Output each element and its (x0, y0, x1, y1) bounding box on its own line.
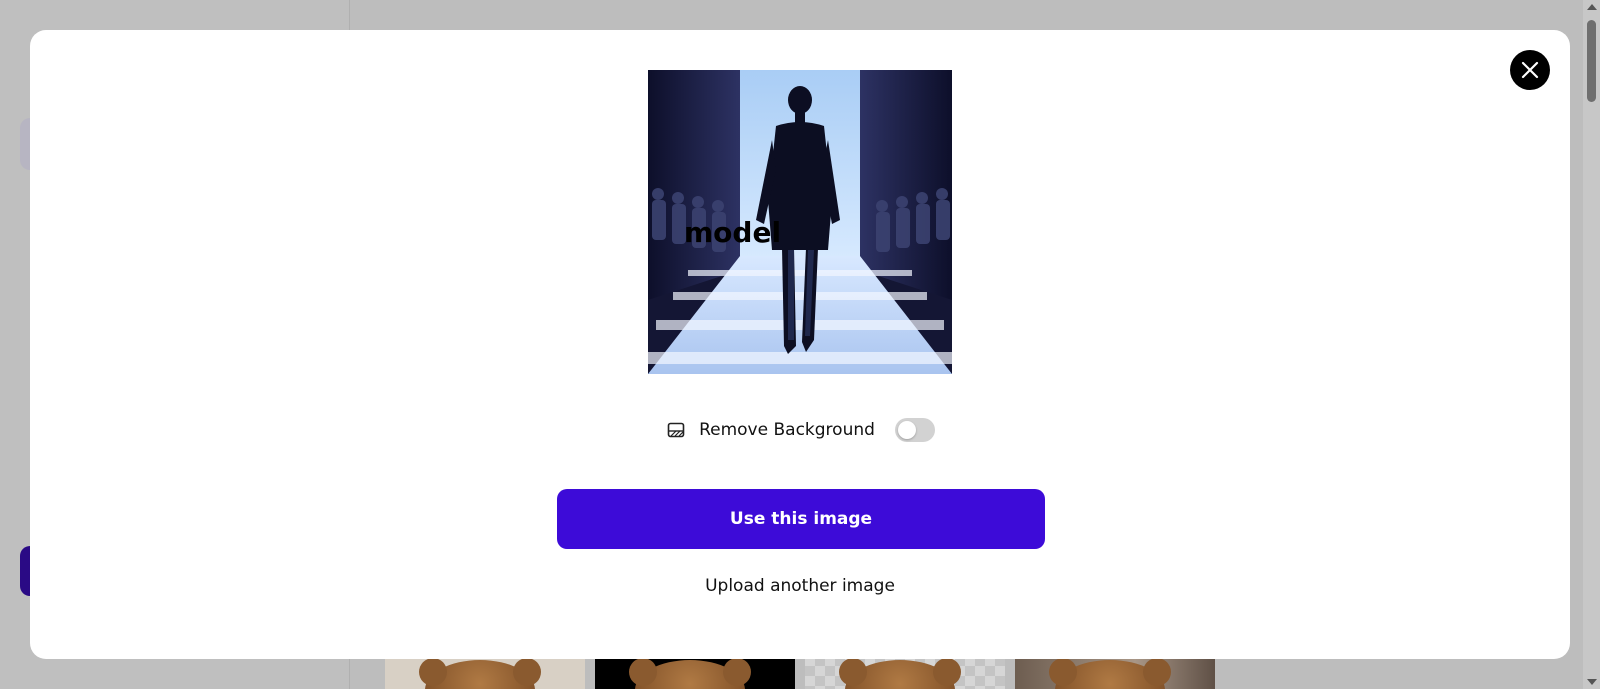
background-thumbnail (805, 656, 1005, 689)
close-icon (1521, 61, 1539, 79)
use-this-image-button[interactable]: Use this image (557, 489, 1045, 549)
background-thumbnail (1015, 656, 1215, 689)
close-button[interactable] (1510, 50, 1550, 90)
background-thumbnail-strip (385, 656, 1215, 689)
page-scrollbar[interactable] (1583, 0, 1600, 689)
remove-background-row: Remove Background (30, 418, 1570, 442)
remove-background-toggle[interactable] (894, 418, 935, 442)
remove-background-label: Remove Background (699, 420, 875, 440)
image-overlay-text: model (684, 216, 781, 249)
upload-another-image-link[interactable]: Upload another image (705, 576, 895, 596)
scrollbar-thumb[interactable] (1587, 20, 1596, 102)
scroll-up-arrow-icon[interactable] (1587, 4, 1597, 10)
background-thumbnail (385, 656, 585, 689)
runway-model-image: model (648, 70, 952, 374)
toggle-knob (897, 421, 916, 439)
background-thumbnail (595, 656, 795, 689)
image-preview-modal: model Remove Background Use this image U… (30, 30, 1570, 659)
image-background-icon (665, 419, 687, 441)
scroll-down-arrow-icon[interactable] (1587, 679, 1597, 685)
upload-another-image-row: Upload another image (30, 576, 1570, 596)
uploaded-image-preview: model (648, 70, 952, 374)
